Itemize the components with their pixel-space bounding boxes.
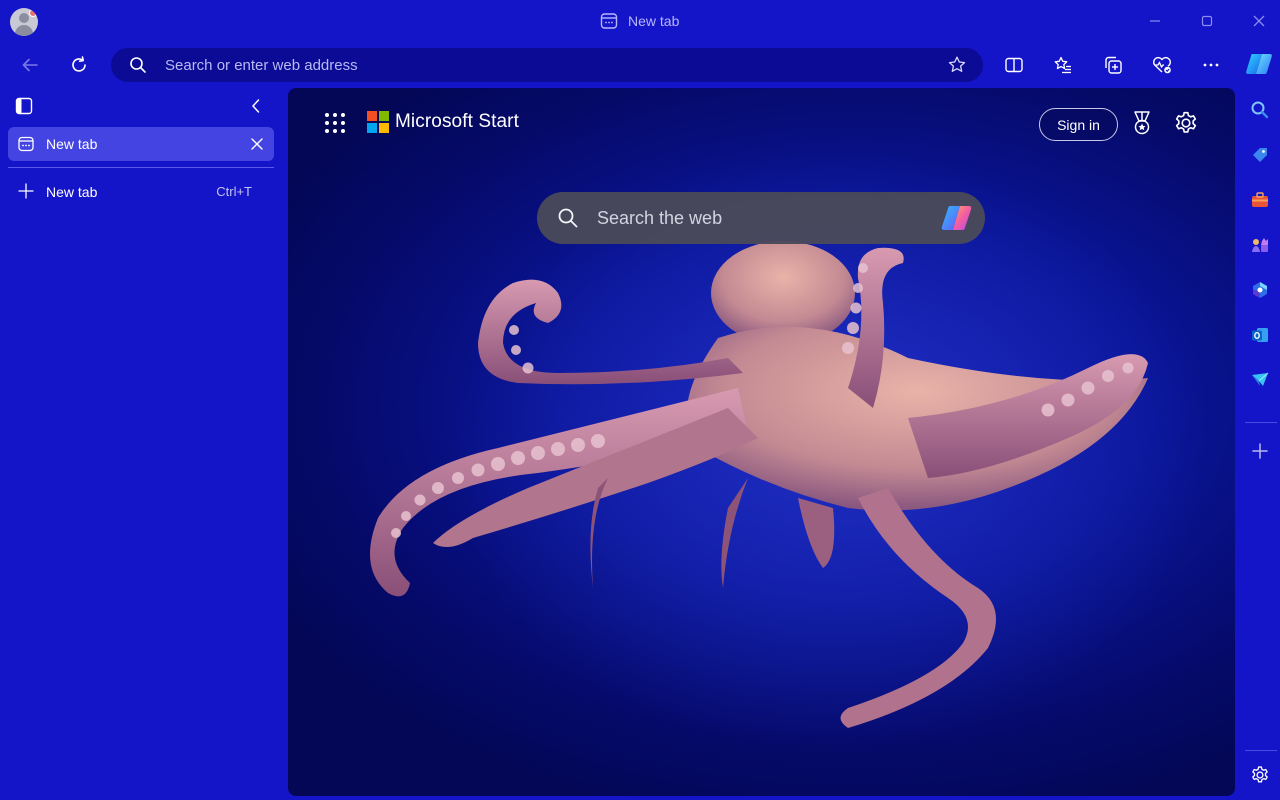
plus-icon <box>18 183 34 199</box>
apps-grid-icon[interactable] <box>324 112 346 134</box>
shopping-tag-icon[interactable] <box>1247 142 1273 168</box>
address-input[interactable] <box>165 53 925 77</box>
sidebar-divider-bottom <box>1245 750 1277 751</box>
search-icon <box>557 207 579 229</box>
more-options-icon[interactable] <box>1195 49 1227 81</box>
tools-icon[interactable] <box>1247 187 1273 213</box>
profile-avatar[interactable] <box>10 8 38 36</box>
add-icon[interactable] <box>1247 438 1273 464</box>
copilot-icon[interactable] <box>1243 50 1275 78</box>
refresh-icon[interactable] <box>63 49 95 81</box>
tab-page-icon <box>600 12 618 30</box>
new-tab-shortcut: Ctrl+T <box>216 184 252 199</box>
edge-sidebar <box>1241 88 1280 800</box>
new-tab-button[interactable]: New tab Ctrl+T <box>8 174 274 208</box>
new-tab-label: New tab <box>46 184 98 200</box>
tab-page-icon <box>18 136 34 152</box>
sidebar-divider <box>1245 422 1277 423</box>
favorites-icon[interactable] <box>1047 49 1079 81</box>
split-screen-icon[interactable] <box>998 49 1030 81</box>
navigation-toolbar <box>0 42 1280 88</box>
address-bar[interactable] <box>111 48 983 82</box>
title-bar: New tab <box>0 0 1280 42</box>
tabs-divider <box>8 167 274 168</box>
favorite-star-icon[interactable] <box>947 55 967 75</box>
brand-text: Microsoft Start <box>395 111 519 132</box>
browser-essentials-icon[interactable] <box>1146 49 1178 81</box>
vertical-tabs-pane: New tab New tab Ctrl+T <box>0 88 282 800</box>
back-icon[interactable] <box>14 49 46 81</box>
web-search-box[interactable] <box>537 192 985 244</box>
window-title-text: New tab <box>628 13 680 29</box>
rewards-medal-icon[interactable] <box>1129 110 1155 136</box>
sidebar-settings-icon[interactable] <box>1247 762 1273 788</box>
close-window-icon[interactable] <box>1248 10 1270 32</box>
collections-icon[interactable] <box>1097 49 1129 81</box>
page-settings-gear-icon[interactable] <box>1173 110 1199 136</box>
microsoft-logo-icon <box>367 111 389 133</box>
tab-actions-icon[interactable] <box>14 96 34 116</box>
tab-item-new-tab[interactable]: New tab <box>8 127 274 161</box>
search-icon <box>129 56 147 74</box>
window-title: New tab <box>600 11 679 31</box>
drop-icon[interactable] <box>1247 367 1273 393</box>
tab-label: New tab <box>46 136 98 152</box>
copilot-search-icon[interactable] <box>939 203 975 233</box>
games-icon[interactable] <box>1247 232 1273 258</box>
outlook-icon[interactable] <box>1247 322 1273 348</box>
new-tab-page: Microsoft Start Sign in <box>288 88 1235 796</box>
minimize-icon[interactable] <box>1144 10 1166 32</box>
search-icon[interactable] <box>1247 97 1273 123</box>
microsoft-start-brand[interactable]: Microsoft Start <box>367 111 519 133</box>
microsoft-365-icon[interactable] <box>1247 277 1273 303</box>
collapse-pane-icon[interactable] <box>246 96 266 116</box>
web-search-input[interactable] <box>597 205 917 231</box>
maximize-icon[interactable] <box>1196 10 1218 32</box>
sign-in-button[interactable]: Sign in <box>1039 108 1118 141</box>
close-tab-icon[interactable] <box>250 137 264 151</box>
